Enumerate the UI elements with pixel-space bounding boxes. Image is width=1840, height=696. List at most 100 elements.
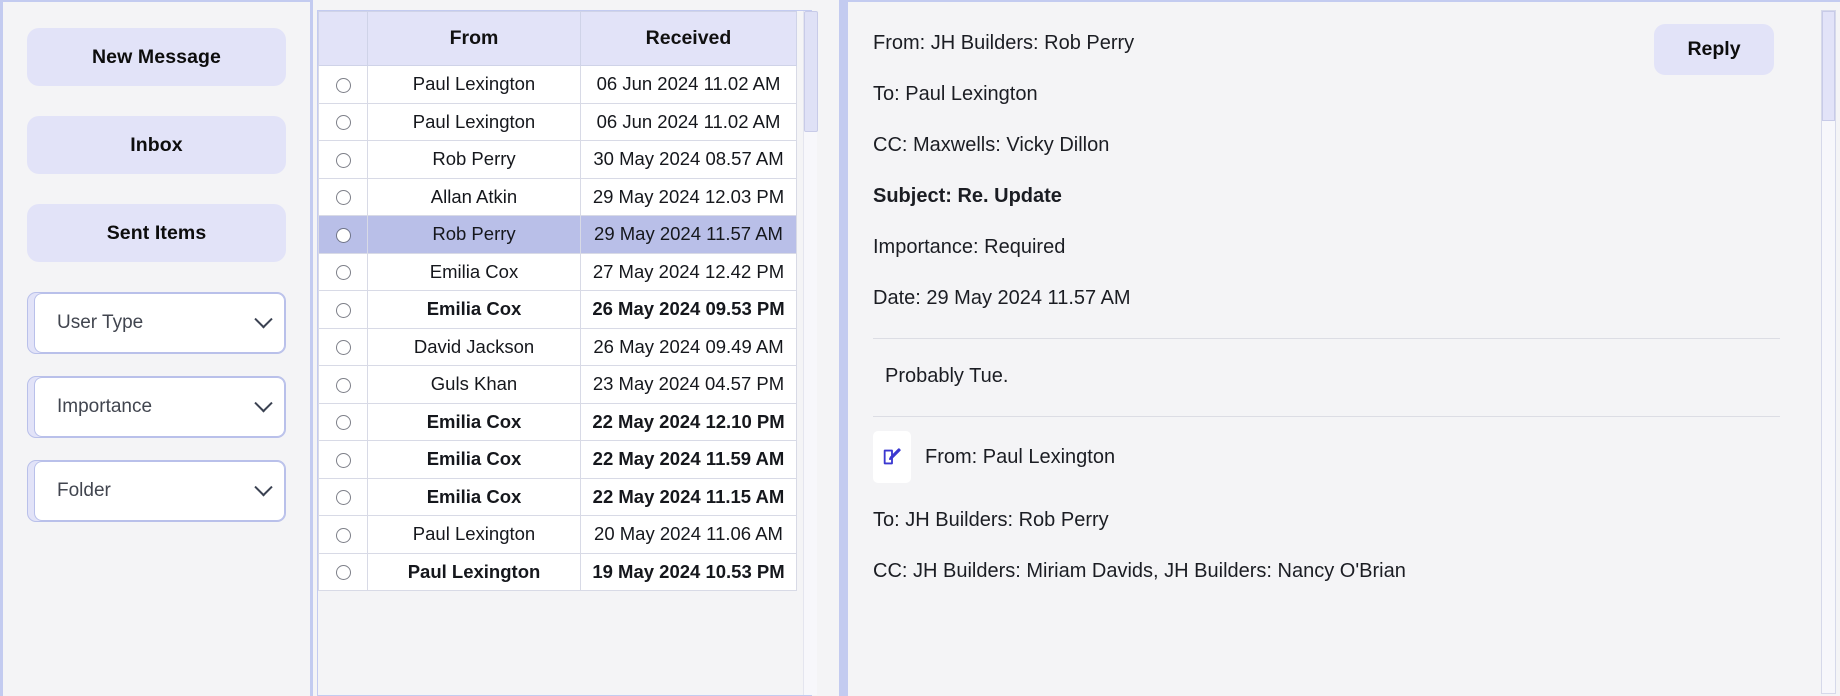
filter-user-type-label: User Type <box>57 312 144 333</box>
cell-from: Emilia Cox <box>367 440 581 479</box>
cell-from: Emilia Cox <box>367 290 581 329</box>
reading-pane: Reply From: JH Builders: Rob Perry To: P… <box>842 0 1840 696</box>
row-select-cell[interactable] <box>318 215 368 254</box>
table-row[interactable]: Emilia Cox 27 May 2024 12.42 PM <box>318 252 797 291</box>
cell-from: Rob Perry <box>367 140 581 179</box>
cell-received: 22 May 2024 11.59 AM <box>580 440 797 479</box>
quoted-cc: CC: JH Builders: Miriam Davids, JH Build… <box>873 560 1406 582</box>
row-select-cell[interactable] <box>318 140 368 179</box>
message-body: Probably Tue. <box>885 365 1009 387</box>
row-radio-button[interactable] <box>335 190 351 206</box>
table-row[interactable]: Emilia Cox 26 May 2024 09.53 PM <box>318 290 797 329</box>
table-row[interactable]: Rob Perry 29 May 2024 11.57 AM <box>318 215 797 254</box>
table-row[interactable]: Paul Lexington 20 May 2024 11.06 AM <box>318 515 797 554</box>
row-radio-button[interactable] <box>335 340 351 356</box>
row-radio-button[interactable] <box>335 152 351 168</box>
divider <box>873 338 1780 339</box>
reply-button[interactable]: Reply <box>1654 24 1774 75</box>
message-importance: Importance: Required <box>873 236 1066 258</box>
column-header-from[interactable]: From <box>367 11 581 66</box>
reply-label: Reply <box>1687 38 1741 60</box>
row-select-cell[interactable] <box>318 552 368 591</box>
row-select-cell[interactable] <box>318 290 368 329</box>
reading-pane-divider <box>845 2 848 696</box>
column-header-select[interactable] <box>318 11 368 66</box>
row-radio-button[interactable] <box>335 415 351 431</box>
row-select-cell[interactable] <box>318 177 368 216</box>
sidebar-item-inbox[interactable]: Inbox <box>27 116 286 174</box>
mail-list-pane: From Received Paul Lexington 06 Jun 2024 … <box>310 0 842 696</box>
column-header-received[interactable]: Received <box>580 11 797 66</box>
table-row[interactable]: David Jackson 26 May 2024 09.49 AM <box>318 327 797 366</box>
filter-user-type-wrap: User Type <box>27 292 286 354</box>
cell-from: Paul Lexington <box>367 515 581 554</box>
mail-list-viewport: From Received Paul Lexington 06 Jun 2024 … <box>317 10 812 696</box>
row-select-cell[interactable] <box>318 477 368 516</box>
cell-from: Paul Lexington <box>367 102 581 141</box>
mail-table: From Received Paul Lexington 06 Jun 2024 … <box>318 11 797 591</box>
table-row[interactable]: Emilia Cox 22 May 2024 12.10 PM <box>318 402 797 441</box>
cell-from: Guls Khan <box>367 365 581 404</box>
quoted-from: From: Paul Lexington <box>925 445 1116 468</box>
row-radio-button[interactable] <box>335 77 351 93</box>
filter-importance[interactable]: Importance <box>34 377 285 437</box>
mail-list-scrollbar[interactable] <box>803 11 818 695</box>
chevron-down-icon <box>254 477 273 496</box>
reading-pane-scrollbar[interactable] <box>1821 10 1836 694</box>
cell-received: 06 Jun 2024 11.02 AM <box>580 102 797 141</box>
filter-folder-label: Folder <box>57 480 111 501</box>
cell-from: Emilia Cox <box>367 252 581 291</box>
cell-received: 26 May 2024 09.53 PM <box>580 290 797 329</box>
compose-edit-icon[interactable] <box>873 431 911 483</box>
table-row[interactable]: Emilia Cox 22 May 2024 11.15 AM <box>318 477 797 516</box>
row-select-cell[interactable] <box>318 440 368 479</box>
cell-received: 23 May 2024 04.57 PM <box>580 365 797 404</box>
table-row[interactable]: Emilia Cox 22 May 2024 11.59 AM <box>318 440 797 479</box>
quoted-message: From: Paul Lexington To: JH Builders: Ro… <box>873 431 1780 583</box>
new-message-button[interactable]: New Message <box>27 28 286 86</box>
cell-from: Paul Lexington <box>367 552 581 591</box>
quoted-to: To: JH Builders: Rob Perry <box>873 509 1109 531</box>
message-date: Date: 29 May 2024 11.57 AM <box>873 287 1131 309</box>
row-select-cell[interactable] <box>318 402 368 441</box>
row-radio-button[interactable] <box>335 452 351 468</box>
cell-received: 29 May 2024 12.03 PM <box>580 177 797 216</box>
table-row[interactable]: Paul Lexington 19 May 2024 10.53 PM <box>318 552 797 591</box>
row-select-cell[interactable] <box>318 65 368 104</box>
table-row[interactable]: Guls Khan 23 May 2024 04.57 PM <box>318 365 797 404</box>
reading-pane-scrollbar-thumb[interactable] <box>1822 11 1835 121</box>
row-select-cell[interactable] <box>318 515 368 554</box>
filter-user-type[interactable]: User Type <box>34 293 285 353</box>
filter-folder-wrap: Folder <box>27 460 286 522</box>
row-radio-button[interactable] <box>335 527 351 543</box>
message-subject: Subject: Re. Update <box>873 185 1062 207</box>
row-select-cell[interactable] <box>318 327 368 366</box>
row-radio-button[interactable] <box>335 302 351 318</box>
message-cc: CC: Maxwells: Vicky Dillon <box>873 134 1110 156</box>
table-row[interactable]: Paul Lexington 06 Jun 2024 11.02 AM <box>318 65 797 104</box>
row-select-cell[interactable] <box>318 102 368 141</box>
cell-received: 27 May 2024 12.42 PM <box>580 252 797 291</box>
cell-from: Paul Lexington <box>367 65 581 104</box>
filter-importance-label: Importance <box>57 396 153 417</box>
mail-table-body: Paul Lexington 06 Jun 2024 11.02 AM Paul L… <box>318 65 797 591</box>
cell-received: 22 May 2024 12.10 PM <box>580 402 797 441</box>
row-radio-button[interactable] <box>335 377 351 393</box>
row-radio-button[interactable] <box>335 115 351 131</box>
table-row[interactable]: Rob Perry 30 May 2024 08.57 AM <box>318 140 797 179</box>
row-radio-button[interactable] <box>335 565 351 581</box>
sidebar-item-sent-items[interactable]: Sent Items <box>27 204 286 262</box>
row-radio-button[interactable] <box>335 490 351 506</box>
cell-from: Allan Atkin <box>367 177 581 216</box>
cell-received: 19 May 2024 10.53 PM <box>580 552 797 591</box>
row-radio-button[interactable] <box>335 265 351 281</box>
table-row[interactable]: Paul Lexington 06 Jun 2024 11.02 AM <box>318 102 797 141</box>
row-select-cell[interactable] <box>318 365 368 404</box>
cell-received: 06 Jun 2024 11.02 AM <box>580 65 797 104</box>
table-row[interactable]: Allan Atkin 29 May 2024 12.03 PM <box>318 177 797 216</box>
row-radio-button[interactable] <box>335 227 351 243</box>
chevron-down-icon <box>254 309 273 328</box>
row-select-cell[interactable] <box>318 252 368 291</box>
mail-list-scrollbar-thumb[interactable] <box>804 11 818 132</box>
filter-folder[interactable]: Folder <box>34 461 285 521</box>
